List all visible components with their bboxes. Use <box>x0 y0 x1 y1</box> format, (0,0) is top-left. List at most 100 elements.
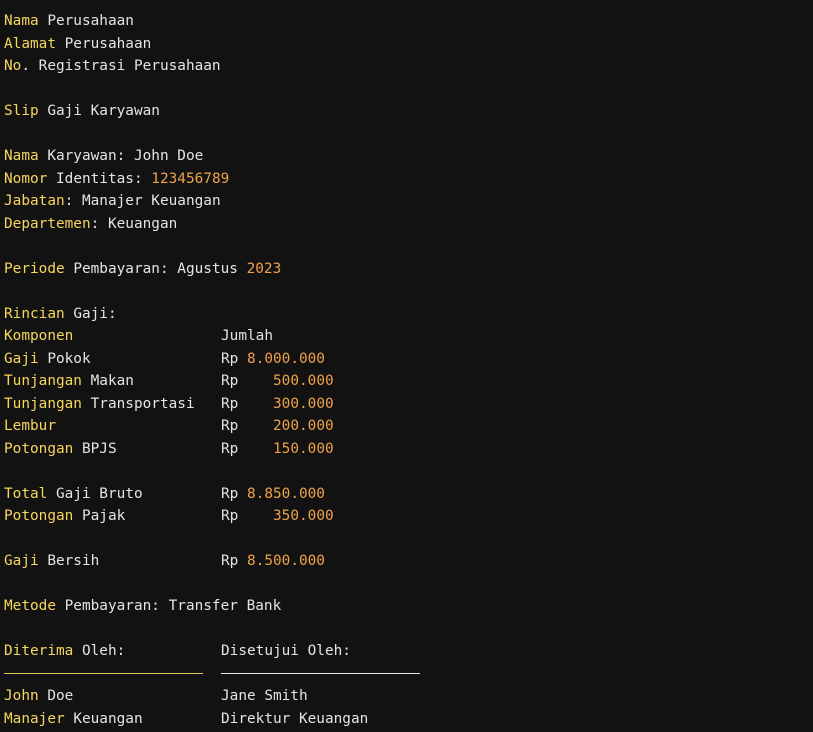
keyword: John <box>4 688 39 704</box>
salary-details-heading: Rincian Gaji: <box>4 303 813 326</box>
salary-row: Tunjangan Makan Rp 500.000 <box>4 370 813 393</box>
signer-names: John Doe Jane Smith <box>4 685 813 708</box>
text: Pokok <box>38 350 91 367</box>
receiver-signature-line <box>4 672 203 674</box>
employee-position-line: Jabatan: Manajer Keuangan <box>4 190 813 213</box>
text: . Registrasi Perusahaan <box>21 58 221 74</box>
text: Identitas: <box>47 170 152 187</box>
amount-value: 150.000 <box>273 440 334 457</box>
period-year: 2023 <box>246 260 282 277</box>
text: Bersih <box>38 553 100 569</box>
keyword: Manajer <box>4 710 65 727</box>
text: Gaji Karyawan <box>38 103 160 119</box>
currency-label: Rp <box>221 395 239 412</box>
keyword: Diterima <box>4 643 74 659</box>
keyword: Rincian <box>4 305 65 322</box>
pay-period-line: Periode Pembayaran: Agustus 2023 <box>4 258 813 281</box>
amount-column-label: Jumlah <box>221 328 273 344</box>
salary-row: Tunjangan Transportasi Rp 300.000 <box>4 393 813 416</box>
text: Pajak <box>73 508 126 524</box>
text: Perusahaan <box>55 35 152 52</box>
amount-value: 8.500.000 <box>247 553 325 569</box>
approver-signature-line <box>221 672 420 674</box>
keyword: Tunjangan <box>4 395 82 412</box>
text: : Keuangan <box>90 215 178 232</box>
employee-id-number: 123456789 <box>151 170 230 187</box>
text: Keuangan <box>64 710 143 727</box>
text: Pembayaran: Agustus <box>64 260 247 277</box>
text: Oleh: <box>73 643 126 659</box>
tax-deduction-row: Potongan Pajak Rp 350.000 <box>4 505 813 528</box>
approved-by-label: Disetujui Oleh: <box>221 643 351 659</box>
component-column-label: Komponen <box>4 328 74 344</box>
slip-title: Slip Gaji Karyawan <box>4 100 813 123</box>
salary-row: Lembur Rp 200.000 <box>4 415 813 438</box>
employee-name-line: Nama Karyawan: John Doe <box>4 145 813 168</box>
salary-slip-document: Nama Perusahaan Alamat Perusahaan No. Re… <box>4 10 813 730</box>
employee-id-line: Nomor Identitas: 123456789 <box>4 168 813 191</box>
payment-method-line: Metode Pembayaran: Transfer Bank <box>4 595 813 618</box>
text: Makan <box>81 373 134 389</box>
salary-column-header: Komponen Jumlah <box>4 325 813 348</box>
keyword: Lembur <box>4 418 56 434</box>
keyword: Gaji <box>4 553 39 569</box>
currency-label: Rp <box>221 508 239 524</box>
signature-lines <box>4 663 813 686</box>
amount-value: 500.000 <box>273 373 334 389</box>
keyword: Jabatan <box>4 193 65 209</box>
keyword: Potongan <box>4 508 74 524</box>
keyword: Total <box>4 485 48 502</box>
keyword: Alamat <box>4 35 56 52</box>
currency-label: Rp <box>221 350 239 367</box>
text: Perusahaan <box>38 13 134 29</box>
gross-salary-row: Total Gaji Bruto Rp 8.850.000 <box>4 483 813 506</box>
text: Doe <box>38 688 74 704</box>
text: Gaji Bruto <box>47 485 143 502</box>
currency-label: Rp <box>221 373 239 389</box>
signer-titles: Manajer Keuangan Direktur Keuangan <box>4 708 813 731</box>
text: Gaji: <box>64 305 117 322</box>
company-registration-line: No. Registrasi Perusahaan <box>4 55 813 78</box>
net-salary-row: Gaji Bersih Rp 8.500.000 <box>4 550 813 573</box>
text: Karyawan: John Doe <box>38 148 204 164</box>
company-address-line: Alamat Perusahaan <box>4 33 813 56</box>
amount-value: 350.000 <box>273 508 334 524</box>
keyword: No <box>4 58 22 74</box>
text: Transportasi <box>81 395 195 412</box>
currency-label: Rp <box>221 418 239 434</box>
keyword: Periode <box>4 260 65 277</box>
amount-value: 8.850.000 <box>247 485 325 502</box>
salary-row: Gaji Pokok Rp 8.000.000 <box>4 348 813 371</box>
company-name-line: Nama Perusahaan <box>4 10 813 33</box>
keyword: Metode <box>4 598 56 614</box>
keyword: Nama <box>4 13 39 29</box>
text: BPJS <box>73 440 117 457</box>
text: : Manajer Keuangan <box>64 193 221 209</box>
approver-title: Direktur Keuangan <box>221 710 369 727</box>
currency-label: Rp <box>221 553 239 569</box>
amount-value: 200.000 <box>273 418 334 434</box>
amount-value: 300.000 <box>273 395 334 412</box>
salary-row: Potongan BPJS Rp 150.000 <box>4 438 813 461</box>
keyword: Tunjangan <box>4 373 82 389</box>
approver-name: Jane Smith <box>221 688 308 704</box>
employee-department-line: Departemen: Keuangan <box>4 213 813 236</box>
currency-label: Rp <box>221 485 239 502</box>
keyword: Departemen <box>4 215 91 232</box>
keyword: Slip <box>4 103 39 119</box>
keyword: Gaji <box>4 350 39 367</box>
currency-label: Rp <box>221 440 239 457</box>
text: Pembayaran: Transfer Bank <box>55 598 282 614</box>
keyword: Nama <box>4 148 39 164</box>
amount-value: 8.000.000 <box>247 350 325 367</box>
keyword: Potongan <box>4 440 74 457</box>
signature-labels: Diterima Oleh: Disetujui Oleh: <box>4 640 813 663</box>
